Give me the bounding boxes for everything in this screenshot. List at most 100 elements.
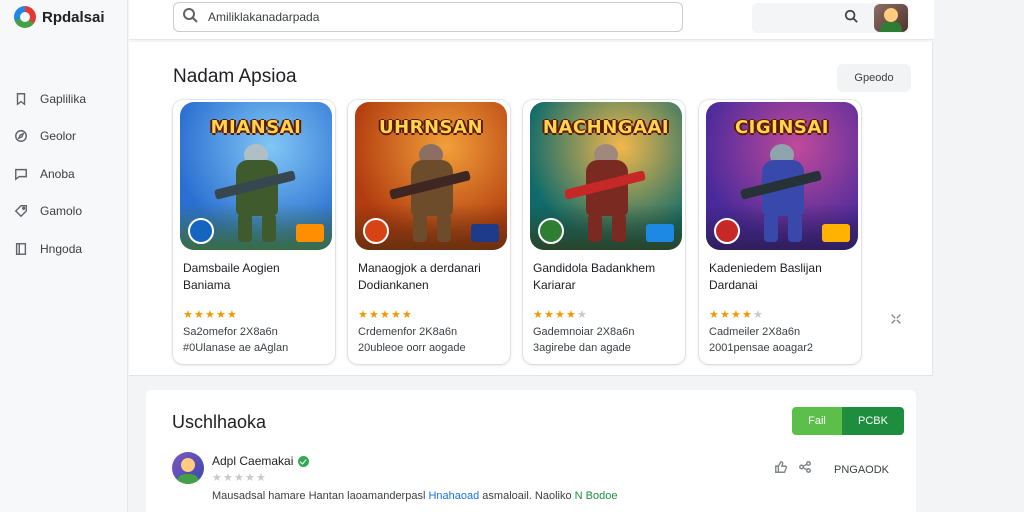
sidebar-item-hngoda[interactable]: Hngoda [14,230,122,268]
hero-leg [612,214,626,242]
app-logo[interactable]: Rpdalsai [14,6,105,28]
reviewer-name-row: Adpl Caemakai [212,454,310,468]
star-icon: ★ [234,472,244,484]
book-icon [14,242,28,256]
share-icon[interactable] [798,460,812,479]
star-icon: ★ [212,472,222,484]
game-artwork[interactable]: MIANSAI [180,102,332,250]
star-icon: ★ [753,309,763,321]
star-icon: ★ [256,472,266,484]
game-card[interactable]: CIGINSAI Kadeniedem Baslijan Dardanai ★ ★… [699,100,861,364]
review-text-part: asmaloail. Naoliko [479,490,575,502]
search-input[interactable] [208,10,648,24]
star-icon: ★ [577,309,587,321]
sidebar-item-anoba[interactable]: Anoba [14,155,122,193]
star-icon: ★ [709,309,719,321]
game-badge-icon [363,218,389,244]
star-icon: ★ [223,472,233,484]
game-title-line: Kariarar [533,278,576,292]
star-icon: ★ [358,309,368,321]
star-icon: ★ [369,309,379,321]
review-text-link[interactable]: Hnahaoad [428,490,479,502]
game-meta: Cadmeiler 2X8a6n [709,326,801,338]
game-title-line: Dodiankanen [358,278,429,292]
game-meta: Sa2omefor 2X8a6n [183,326,278,338]
game-artwork[interactable]: UHRNSAN [355,102,507,250]
game-rating: ★ ★ ★ ★ ★ [358,309,412,321]
game-title-line: Baniama [183,278,231,292]
search-icon [844,9,858,28]
publisher-badge-icon [471,224,499,242]
more-button[interactable]: Gpeodo [837,64,911,92]
game-meta: Crdemenfor 2K8a6n [358,326,458,338]
app-name: Rpdalsai [42,8,105,26]
fail-button[interactable]: Fail [792,407,842,435]
header-search-button[interactable] [838,6,864,30]
review-action-label[interactable]: PNGAODK [834,464,889,476]
sidebar-item-label: Hngoda [40,241,83,256]
pcbk-button[interactable]: PCBK [842,407,904,435]
game-banner-text: CIGINSAI [734,116,830,138]
game-title-line: Kadeniedem Baslijan [709,261,822,275]
star-icon: ★ [566,309,576,321]
game-badge-icon [538,218,564,244]
hero-leg [262,214,276,242]
hero-leg [413,214,427,242]
game-artwork[interactable]: NACHNGAAI [530,102,682,250]
game-title-line: Dardanai [709,278,758,292]
sidebar-item-label: Gamolo [40,204,83,219]
sidebar-item-geolor[interactable]: Geolor [14,118,122,156]
verified-icon [298,455,310,467]
app-logo-icon [14,6,36,28]
hero-leg [788,214,802,242]
game-title[interactable]: Kadeniedem Baslijan Dardanai [709,260,857,294]
user-avatar[interactable] [874,4,908,32]
game-title[interactable]: Damsbaile Aogien Baniama [183,260,331,294]
section-title: Nadam Apsioa [173,66,297,87]
review-text-highlight: N Bodoe [574,490,618,502]
hero-leg [764,214,778,242]
game-card[interactable]: NACHNGAAI Gandidola Badankhem Kariarar ★… [523,100,685,364]
reviewer-name: Adpl Caemakai [212,454,294,468]
game-badge-icon [188,218,214,244]
game-meta: 20ubleoe oorr aogade [358,342,466,354]
game-card[interactable]: UHRNSAN Manaogjok a derdanari Dodiankane… [348,100,510,364]
search-icon [182,7,198,28]
game-title-line: Damsbaile Aogien [183,261,280,275]
game-meta: #0Ulanase ae aAglan [183,342,289,354]
sidebar-item-label: Gaplilika [40,91,87,106]
star-icon: ★ [183,309,193,321]
tag-icon [14,204,28,218]
sidebar-item-label: Geolor [40,129,77,144]
game-banner-text: UHRNSAN [378,116,484,138]
game-title-line: Manaogjok a derdanari [358,261,481,275]
game-banner-text: NACHNGAAI [542,116,670,138]
star-icon: ★ [245,472,255,484]
star-icon: ★ [402,309,412,321]
review-actions: PNGAODK [774,460,889,479]
search-bar[interactable] [173,2,683,32]
star-icon: ★ [544,309,554,321]
game-banner-text: MIANSAI [210,116,302,138]
star-icon: ★ [194,309,204,321]
game-title[interactable]: Gandidola Badankhem Kariarar [533,260,681,294]
star-icon: ★ [720,309,730,321]
bookmark-icon [14,92,28,106]
like-icon[interactable] [774,460,788,479]
collapse-icon[interactable] [887,310,905,328]
game-rating: ★ ★ ★ ★ ★ [709,309,763,321]
featured-panel: Nadam Apsioa Gpeodo MIANSAI Damsbaile Ao… [129,42,933,376]
publisher-badge-icon [822,224,850,242]
review-text-part: Mausadsal hamare Hantan laoamanderpasl [212,490,429,502]
game-card[interactable]: MIANSAI Damsbaile Aogien Baniama ★ ★ ★ ★ ★ S… [173,100,335,364]
publisher-badge-icon [296,224,324,242]
sidebar-item-gaplilika[interactable]: Gaplilika [14,80,122,118]
star-icon: ★ [216,309,226,321]
sidebar-item-gamolo[interactable]: Gamolo [14,193,122,231]
game-artwork[interactable]: CIGINSAI [706,102,858,250]
compass-icon [14,129,28,143]
game-title[interactable]: Manaogjok a derdanari Dodiankanen [358,260,506,294]
reviews-button-group: Fail PCBK [792,407,904,435]
sidebar-nav: Gaplilika Geolor Anoba Gamolo Hngoda [14,80,122,268]
star-icon: ★ [391,309,401,321]
